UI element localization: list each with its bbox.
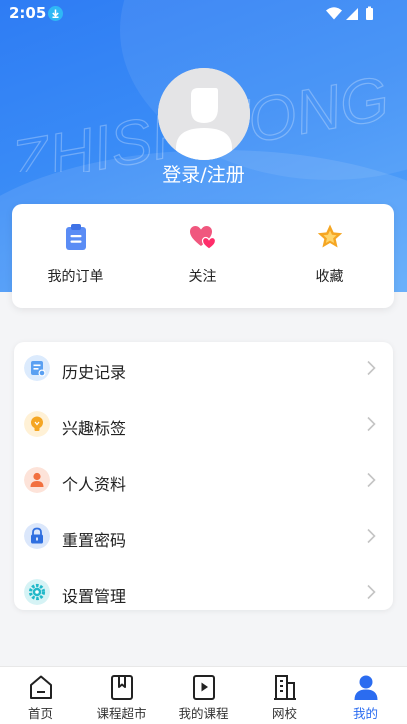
menu-item-settings[interactable]: 设置管理	[14, 566, 393, 610]
settings-label: 设置管理	[62, 587, 127, 606]
tab-mine[interactable]: 我的	[325, 667, 406, 724]
status-bar: 2:05	[0, 0, 407, 28]
profile-label: 个人资料	[62, 475, 127, 494]
quick-actions-card: 我的订单 关注 收藏	[12, 204, 394, 308]
my-orders-button[interactable]: 我的订单	[12, 204, 139, 308]
play-book-icon	[192, 675, 215, 700]
clipboard-icon	[65, 224, 86, 250]
chevron-right-icon	[367, 528, 376, 544]
interest-tags-label: 兴趣标签	[62, 419, 127, 438]
menu-item-profile[interactable]: 个人资料	[14, 454, 393, 510]
tab-course-market-label: 课程超市	[96, 706, 147, 721]
history-label: 历史记录	[62, 363, 127, 382]
battery-icon	[366, 8, 373, 20]
user-icon	[354, 675, 377, 700]
menu-item-interest-tags[interactable]: 兴趣标签	[14, 398, 393, 454]
download-notification-icon	[48, 6, 63, 21]
tab-my-courses-label: 我的课程	[178, 706, 229, 721]
tab-course-market[interactable]: 课程超市	[81, 667, 162, 724]
wifi-icon	[326, 7, 342, 20]
signal-icon	[346, 8, 358, 20]
chevron-right-icon	[367, 360, 376, 376]
follow-label: 关注	[188, 269, 217, 285]
gear-icon	[24, 579, 50, 605]
default-avatar-icon	[158, 68, 250, 160]
tab-my-courses[interactable]: 我的课程	[163, 667, 244, 724]
menu-item-history[interactable]: 历史记录	[14, 342, 393, 398]
tab-home[interactable]: 首页	[0, 667, 81, 724]
follow-button[interactable]: 关注	[139, 204, 266, 308]
my-orders-label: 我的订单	[47, 269, 104, 285]
tab-mine-label: 我的	[352, 706, 378, 721]
home-icon	[29, 675, 52, 699]
history-icon	[24, 355, 50, 381]
lightbulb-icon	[24, 411, 50, 437]
person-icon	[24, 467, 50, 493]
favorites-button[interactable]: 收藏	[266, 204, 393, 308]
favorites-label: 收藏	[315, 269, 344, 285]
chevron-right-icon	[367, 472, 376, 488]
system-status-icons	[325, 5, 377, 27]
tab-home-label: 首页	[27, 706, 53, 721]
chevron-right-icon	[367, 584, 376, 600]
tab-online-school[interactable]: 网校	[244, 667, 325, 724]
building-icon	[273, 675, 296, 700]
chevron-right-icon	[367, 416, 376, 432]
lock-icon	[24, 523, 50, 549]
star-icon	[317, 224, 342, 248]
bottom-tab-bar: 首页 课程超市 我的课程 网校 我的	[0, 666, 407, 724]
bookmark-book-icon	[110, 675, 133, 700]
hearts-icon	[189, 226, 216, 250]
menu-item-reset-password[interactable]: 重置密码	[14, 510, 393, 566]
avatar[interactable]	[158, 68, 250, 160]
status-time: 2:05	[9, 4, 47, 22]
login-register-link[interactable]: 登录/注册	[0, 160, 407, 187]
tab-online-school-label: 网校	[271, 706, 297, 721]
settings-menu: 历史记录 兴趣标签 个人资料 重置密码 设置管理	[14, 342, 393, 610]
reset-password-label: 重置密码	[62, 531, 127, 550]
